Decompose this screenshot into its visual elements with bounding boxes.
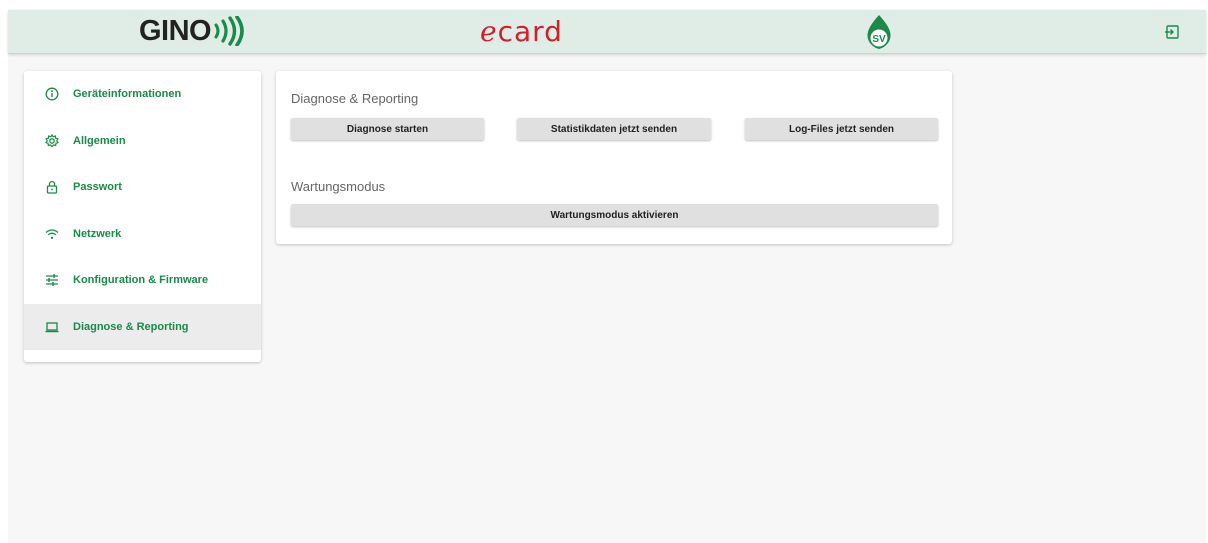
sidebar-item-geraeteinformationen[interactable]: Geräteinformationen (24, 71, 261, 118)
sidebar-item-passwort[interactable]: Passwort (24, 164, 261, 211)
laptop-icon (45, 320, 59, 334)
logout-icon[interactable] (1164, 24, 1180, 40)
ecard-logo: e card (480, 14, 563, 48)
sidebar-item-diagnose-reporting[interactable]: Diagnose & Reporting (24, 303, 261, 350)
sidebar-item-label: Netzwerk (73, 227, 122, 240)
maintenance-mode-button[interactable]: Wartungsmodus aktivieren (291, 204, 938, 226)
sv-logo: SV (864, 14, 894, 50)
sidebar-item-netzwerk[interactable]: Netzwerk (24, 211, 261, 258)
send-statistics-button[interactable]: Statistikdaten jetzt senden (517, 118, 711, 140)
gear-icon (45, 133, 59, 148)
sidebar-nav: Geräteinformationen Allgemein Passwort N… (24, 71, 261, 362)
sidebar-item-konfiguration-firmware[interactable]: Konfiguration & Firmware (24, 257, 261, 304)
sidebar-item-label: Konfiguration & Firmware (73, 274, 209, 287)
gino-logo: GINO (139, 14, 246, 48)
top-bar: GINO e card SV (8, 10, 1206, 54)
sv-logo-text: SV (872, 34, 886, 45)
signal-waves-icon (212, 16, 246, 46)
wartung-section-title: Wartungsmodus (291, 179, 386, 194)
send-logfiles-button[interactable]: Log-Files jetzt senden (745, 118, 938, 140)
wifi-icon (45, 227, 59, 241)
sidebar-item-label: Diagnose & Reporting (73, 320, 189, 333)
sidebar-item-label: Geräteinformationen (73, 88, 182, 101)
diagnose-start-button[interactable]: Diagnose starten (291, 118, 484, 140)
diagnose-section-title: Diagnose & Reporting (291, 91, 419, 106)
sidebar-item-allgemein[interactable]: Allgemein (24, 118, 261, 165)
sidebar-item-label: Passwort (73, 181, 122, 194)
sidebar-item-label: Allgemein (73, 134, 126, 147)
lock-icon (45, 180, 59, 194)
content-panel: Diagnose & Reporting Diagnose starten St… (276, 71, 952, 244)
info-icon (45, 87, 59, 101)
tune-icon (45, 273, 59, 287)
app-frame: GINO e card SV Geräteinformationen Allge… (8, 10, 1206, 543)
